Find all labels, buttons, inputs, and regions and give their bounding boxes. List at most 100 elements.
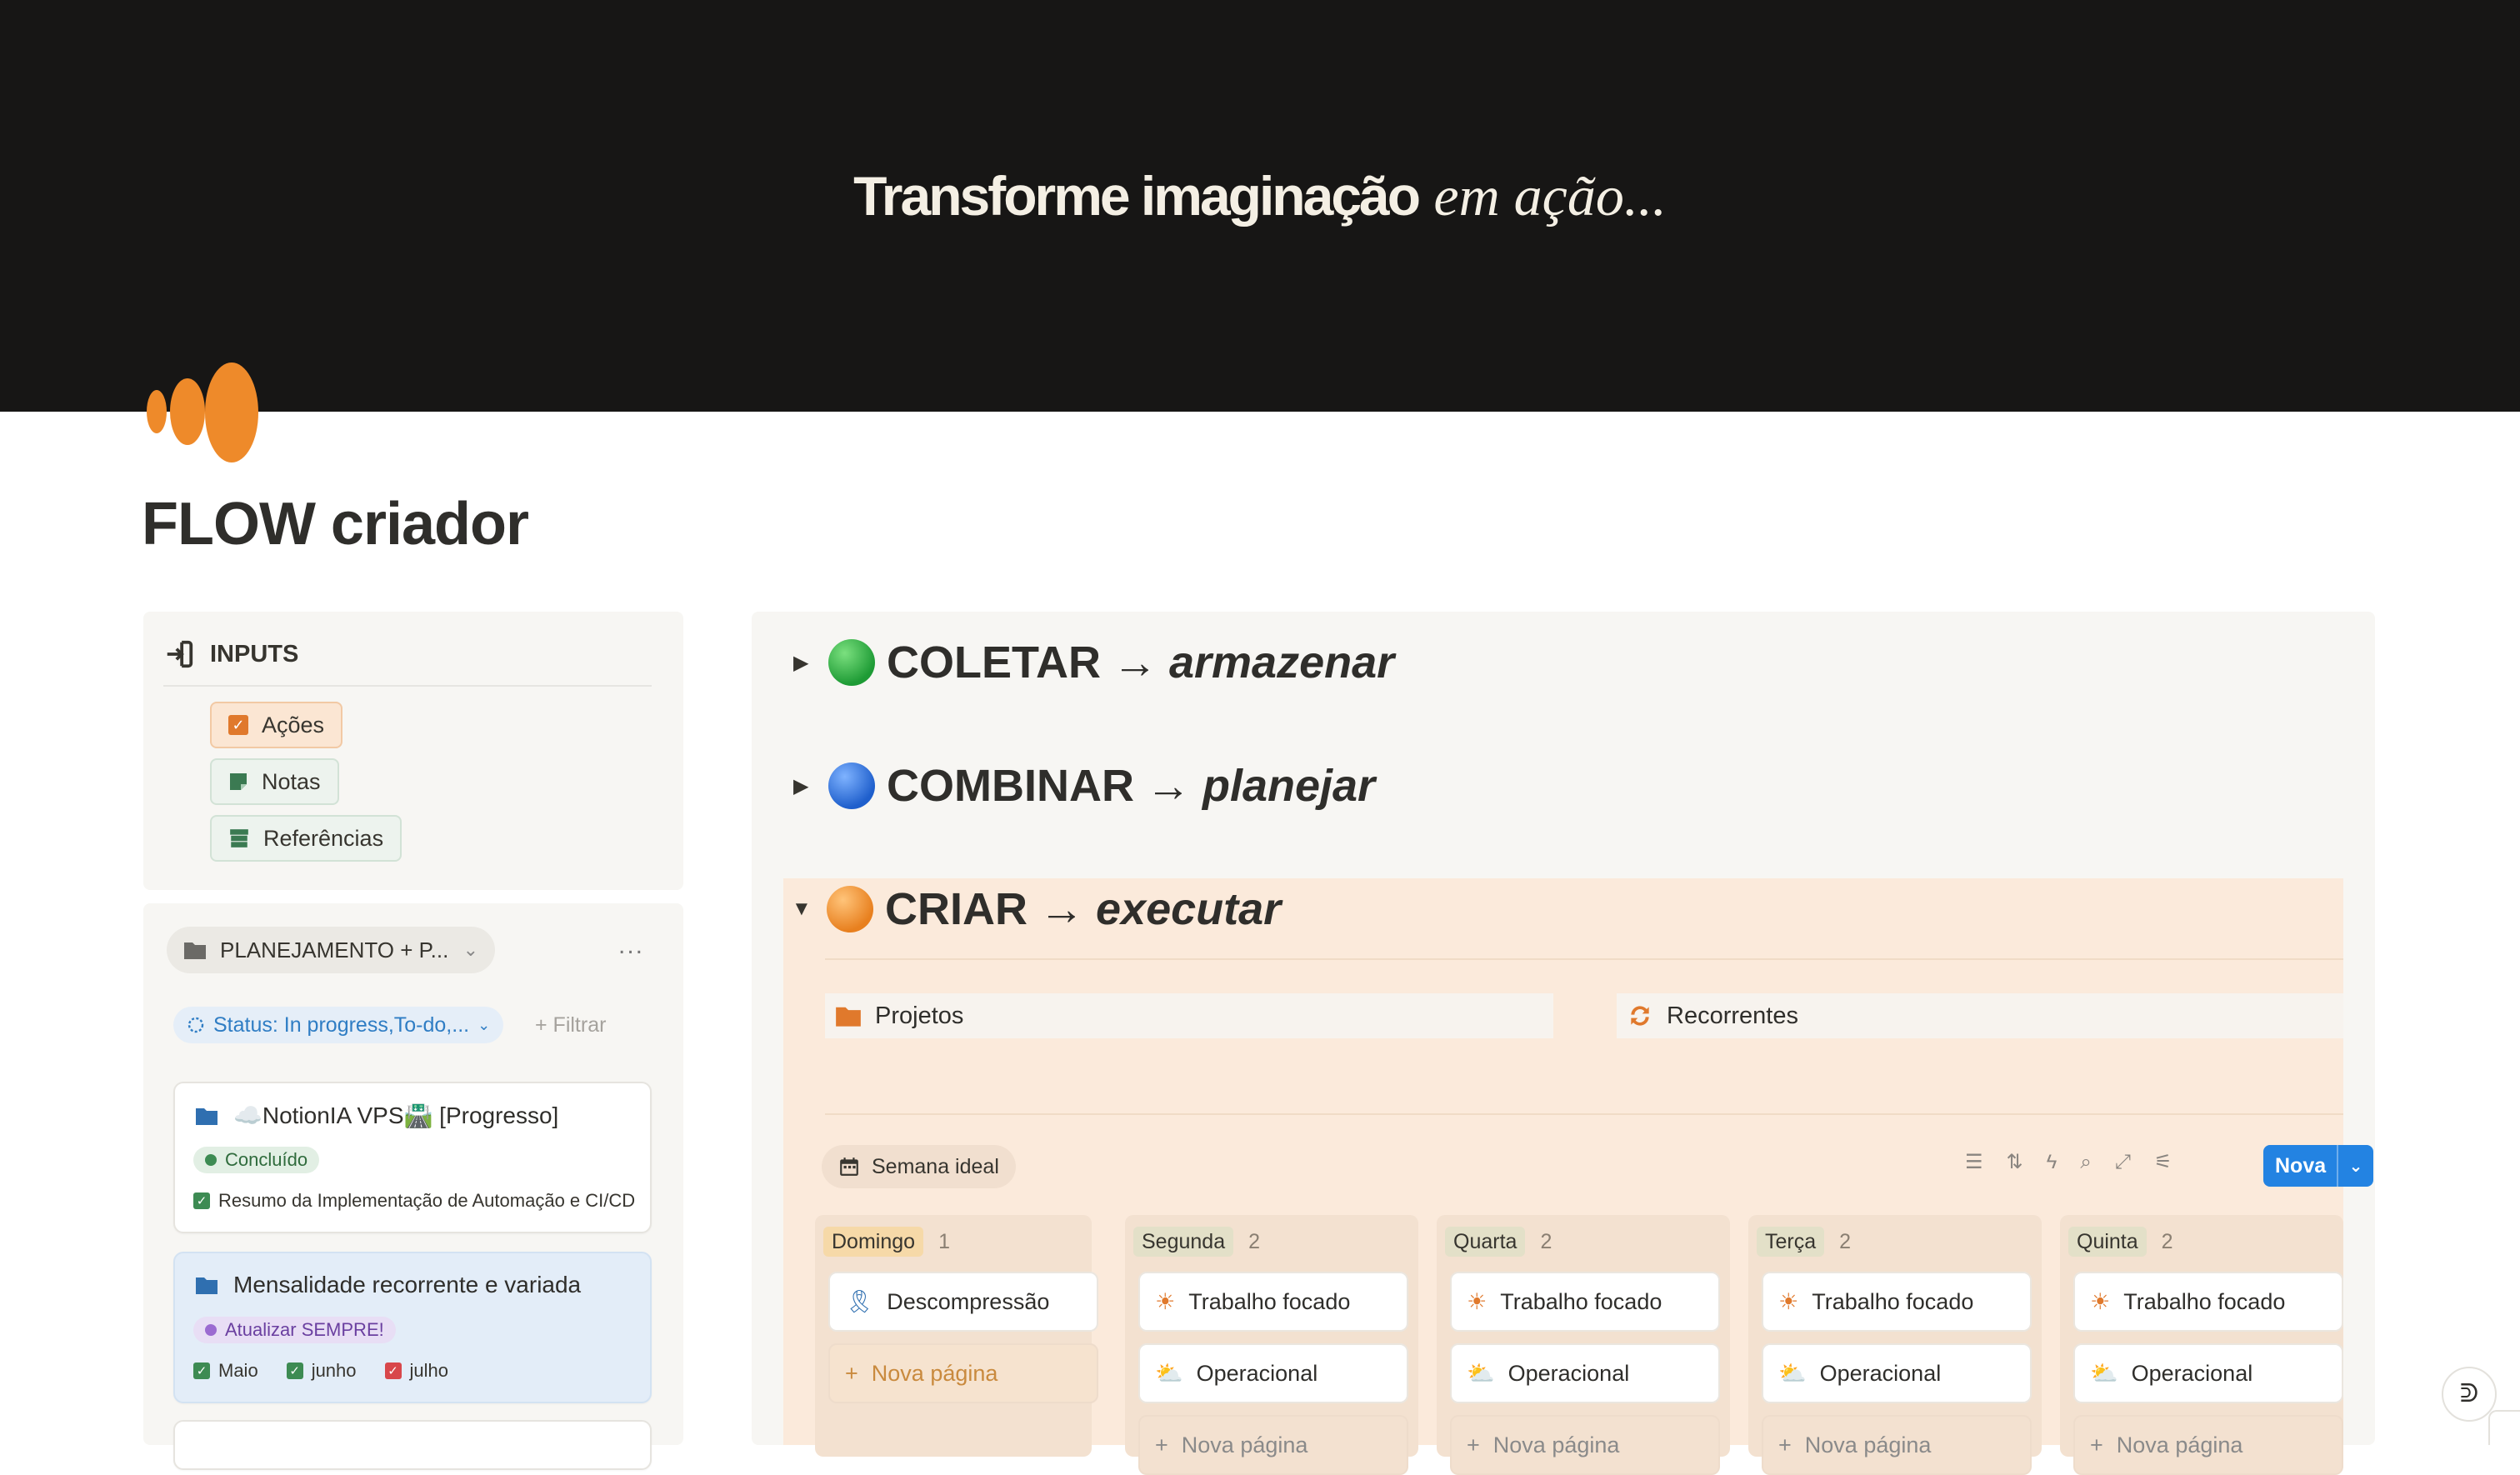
- green-circle-icon: [828, 639, 875, 686]
- expand-icon[interactable]: ⤢: [2115, 1151, 2131, 1174]
- board-card[interactable]: ⛅ Operacional: [1450, 1343, 1720, 1403]
- status-badge: Concluído: [193, 1147, 320, 1173]
- toggle-main: CRIAR: [885, 884, 1028, 934]
- board-card[interactable]: ☀ Trabalho focado: [1450, 1272, 1720, 1332]
- view-selector-label: PLANEJAMENTO + P...: [220, 937, 449, 962]
- gallery-card[interactable]: ☁️NotionIA VPS🛣️ [Progresso] Concluído ✓…: [173, 1082, 652, 1233]
- board-card[interactable]: 🎗 Descompressão: [828, 1272, 1098, 1332]
- board-column-quinta: Quinta 2 ☀ Trabalho focado ⛅ Operacional…: [2060, 1215, 2343, 1475]
- status-badge: Atualizar SEMPRE!: [193, 1317, 396, 1343]
- acoes-label: Ações: [262, 712, 325, 738]
- new-page-button[interactable]: + Nova página: [1450, 1415, 1720, 1475]
- search-icon[interactable]: ⌕: [2080, 1151, 2091, 1174]
- board-card[interactable]: ☀ Trabalho focado: [2073, 1272, 2343, 1332]
- toggle-sub: executar: [1096, 884, 1282, 934]
- toggle-triangle-icon[interactable]: ▶: [793, 651, 817, 675]
- help-corner-tab[interactable]: [2488, 1410, 2520, 1445]
- chevron-down-icon[interactable]: ⌄: [2337, 1145, 2373, 1187]
- plus-icon: +: [1155, 1432, 1168, 1458]
- divider: [825, 958, 2343, 960]
- relation-item[interactable]: Maio: [218, 1360, 258, 1382]
- projetos-link[interactable]: Projetos: [825, 993, 1553, 1038]
- board-card[interactable]: ⛅ Operacional: [1762, 1343, 2032, 1403]
- board-column-quarta: Quarta 2 ☀ Trabalho focado ⛅ Operacional…: [1437, 1215, 1730, 1475]
- sort-icon[interactable]: ⇅: [2007, 1150, 2023, 1174]
- board-card[interactable]: ☀ Trabalho focado: [1138, 1272, 1408, 1332]
- toggle-triangle-icon[interactable]: ▼: [792, 898, 815, 921]
- lightning-icon[interactable]: ϟ: [2047, 1151, 2058, 1174]
- gallery-card[interactable]: [173, 1420, 652, 1470]
- card-title: ☁️NotionIA VPS🛣️ [Progresso]: [195, 1102, 558, 1129]
- board-column-segunda: Segunda 2 ☀ Trabalho focado ⛅ Operaciona…: [1125, 1215, 1418, 1475]
- notas-link-button[interactable]: Notas: [210, 758, 339, 805]
- new-page-label: Nova página: [871, 1360, 998, 1386]
- plus-icon: +: [1467, 1432, 1480, 1458]
- board-card-title: Operacional: [1819, 1360, 1942, 1386]
- divider: [825, 1113, 2343, 1115]
- more-options-button[interactable]: ...: [618, 932, 644, 960]
- cloud-sun-icon: ⛅: [1778, 1361, 1807, 1386]
- cloud-sun-icon: ⛅: [2090, 1361, 2118, 1386]
- cover-title: Transforme imaginação em ação...: [0, 163, 2520, 229]
- checkbox-icon: ✓: [384, 1362, 402, 1379]
- plus-icon: +: [2090, 1432, 2103, 1458]
- toggle-criar[interactable]: ▼ CRIAR → executar: [792, 883, 1281, 935]
- criar-section: ▼ CRIAR → executar Projetos Recorrentes …: [783, 878, 2373, 1475]
- filter-icon[interactable]: ☰: [1965, 1150, 1983, 1174]
- page-title[interactable]: FLOW criador: [142, 490, 529, 558]
- column-count: 2: [2161, 1229, 2173, 1253]
- sun-icon: ☀: [2090, 1288, 2111, 1314]
- referencias-label: Referências: [263, 825, 384, 851]
- relation-item[interactable]: Resumo da Implementação de Automação e C…: [218, 1190, 635, 1212]
- chevron-down-icon: ⌄: [462, 939, 478, 960]
- sign-in-icon: [167, 640, 193, 668]
- checkbox-icon: ✓: [193, 1362, 210, 1379]
- recorrentes-link[interactable]: Recorrentes: [1617, 993, 2343, 1038]
- toggle-triangle-icon[interactable]: ▶: [793, 774, 817, 798]
- column-header: Domingo 1: [823, 1227, 950, 1257]
- view-tab-semana-ideal[interactable]: Semana ideal: [822, 1145, 1016, 1188]
- recorrentes-label: Recorrentes: [1667, 1002, 1798, 1029]
- toggle-main: COLETAR: [887, 638, 1101, 688]
- column-header: Terça 2: [1757, 1227, 1851, 1257]
- gallery-card[interactable]: Mensalidade recorrente e variada Atualiz…: [173, 1252, 652, 1403]
- toggle-combinar[interactable]: ▶ COMBINAR → planejar: [793, 760, 1375, 812]
- chevron-down-icon: ⌄: [478, 1016, 491, 1033]
- status-filter-pill[interactable]: Status: In progress,To-do,... ⌄: [173, 1007, 504, 1043]
- add-filter-button[interactable]: + Filtrar: [535, 1013, 606, 1038]
- column-label: Quarta: [1445, 1227, 1526, 1257]
- board-card[interactable]: ⛅ Operacional: [1138, 1343, 1408, 1403]
- toggle-coletar[interactable]: ▶ COLETAR → armazenar: [793, 637, 1394, 688]
- relation-item[interactable]: julho: [410, 1360, 448, 1382]
- view-tab-label: Semana ideal: [872, 1154, 999, 1178]
- board-card[interactable]: ☀ Trabalho focado: [1762, 1272, 2032, 1332]
- new-item-button[interactable]: Nova ⌄: [2263, 1145, 2373, 1187]
- new-page-label: Nova página: [1181, 1432, 1308, 1458]
- card-title-text: ☁️NotionIA VPS🛣️ [Progresso]: [233, 1102, 559, 1128]
- new-page-button[interactable]: + Nova página: [828, 1343, 1098, 1403]
- divider: [163, 685, 652, 687]
- calendar-icon: [840, 1158, 858, 1176]
- board-card[interactable]: ⛅ Operacional: [2073, 1343, 2343, 1403]
- new-page-button[interactable]: + Nova página: [1762, 1415, 2032, 1475]
- column-label: Segunda: [1133, 1227, 1234, 1257]
- orange-circle-icon: [827, 886, 873, 932]
- status-badge-label: Atualizar SEMPRE!: [225, 1319, 384, 1340]
- settings-sliders-icon[interactable]: ⚟: [2154, 1150, 2172, 1174]
- page-logo-icon[interactable]: [142, 360, 267, 468]
- board-card-title: Trabalho focado: [2123, 1288, 2286, 1314]
- referencias-link-button[interactable]: Referências: [210, 815, 402, 862]
- status-dot: [205, 1324, 217, 1336]
- new-page-button[interactable]: + Nova página: [1138, 1415, 1408, 1475]
- view-selector[interactable]: PLANEJAMENTO + P... ⌄: [167, 927, 495, 973]
- page-cover: Transforme imaginação em ação...: [0, 0, 2520, 412]
- ai-assistant-button[interactable]: ᕲ: [2442, 1367, 2497, 1422]
- relation-item[interactable]: junho: [312, 1360, 357, 1382]
- column-header: Segunda 2: [1133, 1227, 1260, 1257]
- acoes-link-button[interactable]: ✓ Ações: [210, 702, 343, 748]
- board-column-terca: Terça 2 ☀ Trabalho focado ⛅ Operacional …: [1748, 1215, 2042, 1475]
- repeat-icon: [1631, 1006, 1649, 1026]
- new-page-button[interactable]: + Nova página: [2073, 1415, 2343, 1475]
- board-card-title: Operacional: [1508, 1360, 1630, 1386]
- cloud-sun-icon: ⛅: [1155, 1361, 1183, 1386]
